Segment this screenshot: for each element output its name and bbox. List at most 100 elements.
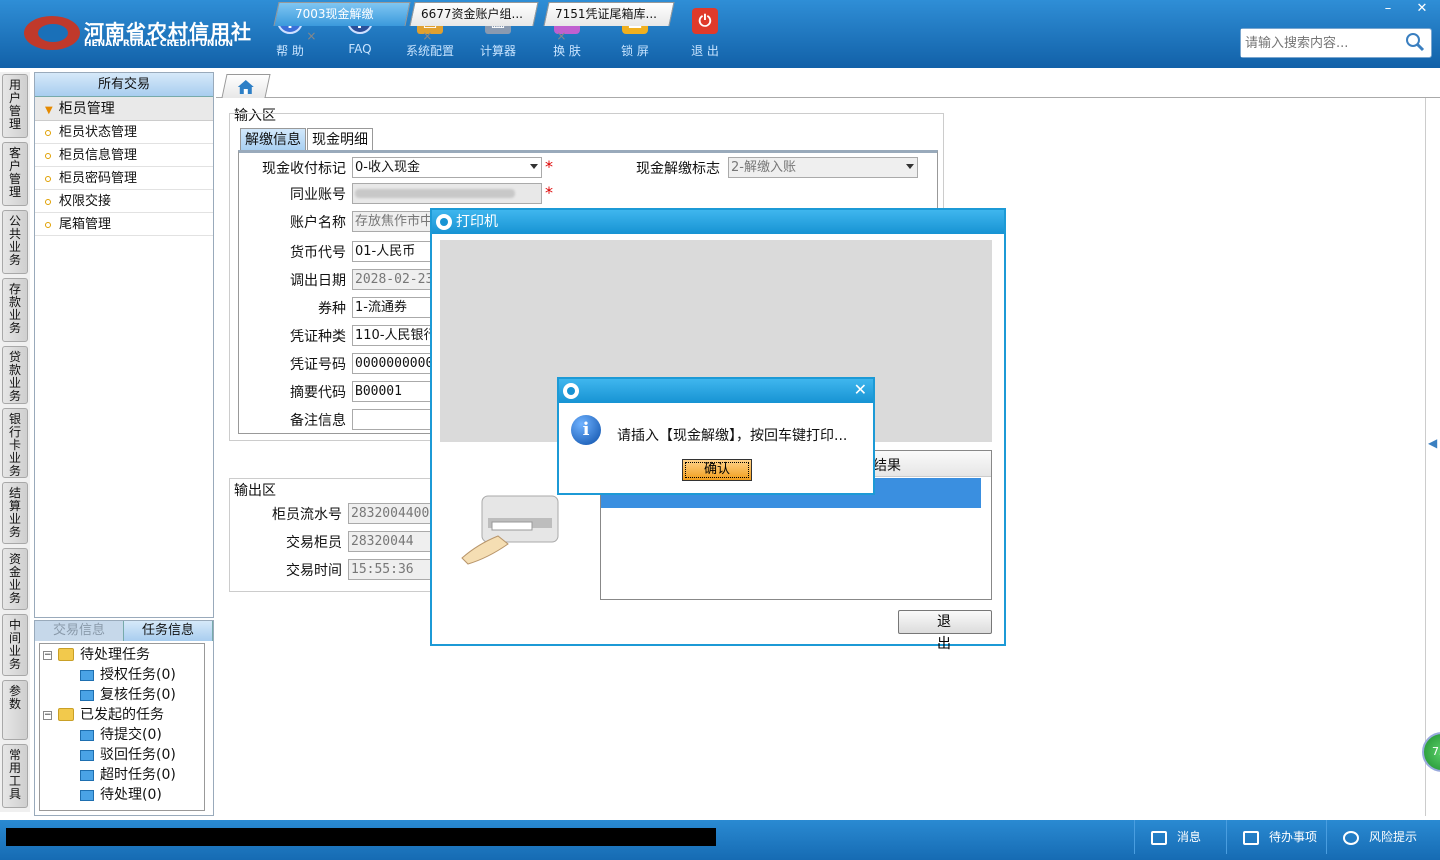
menu-item-tail-box[interactable]: 尾箱管理 [35, 213, 213, 236]
close-icon[interactable]: × [422, 25, 432, 47]
task-tree: − 待处理任务 授权任务(0) 复核任务(0) − 已发起的任务 待提交(0) … [39, 643, 205, 811]
teller-field: 28320044 [348, 531, 432, 552]
menu-item-label: 柜员信息管理 [59, 148, 138, 163]
tab-task-info[interactable]: 任务信息 [124, 621, 213, 641]
vnav-user-management[interactable]: 用户管理 [2, 74, 28, 138]
status-label: 风险提示 [1369, 830, 1418, 844]
bullet-icon [45, 175, 51, 182]
voucher-no-field[interactable]: 000000000000 [352, 353, 436, 374]
tree-node-to-process[interactable]: 待处理(0) [40, 785, 204, 805]
vnav-intermediate-business[interactable]: 中间业务 [2, 614, 28, 676]
task-icon [80, 690, 94, 701]
status-risk-button[interactable]: 风险提示 [1326, 820, 1440, 854]
logo-mark-icon [24, 16, 80, 50]
vnav-label: 结算业务 [8, 486, 21, 539]
currency-field[interactable]: 01-人民币 [352, 241, 436, 262]
menu-item-label: 尾箱管理 [59, 217, 112, 232]
select-value: 2-解缴入账 [731, 160, 796, 175]
close-icon[interactable]: ✕ [854, 381, 867, 399]
window-close-button[interactable]: ✕ [1406, 0, 1438, 18]
required-mark: * [545, 183, 553, 202]
confirm-button[interactable]: 确认 [682, 459, 752, 481]
toolbar-label: FAQ [348, 42, 372, 56]
group-label: 柜员管理 [58, 101, 115, 117]
subtab-cash-detail[interactable]: 现金明细 [307, 128, 373, 150]
vnav-parameters[interactable]: 参数 [2, 680, 28, 740]
toolbar-label: 换 肤 [553, 44, 581, 58]
vnav-card-business[interactable]: 银行卡业务 [2, 408, 28, 478]
tab-voucher-tail-box[interactable]: 7151凭证尾箱库...× [543, 2, 675, 43]
brand-name-en: HENAN RURAL CREDIT UNION [84, 39, 233, 49]
close-icon[interactable]: × [556, 25, 566, 47]
tree-node-pending[interactable]: − 待处理任务 [40, 645, 204, 665]
vnav-loan-business[interactable]: 贷款业务 [2, 346, 28, 404]
coupon-field[interactable]: 1-流通券 [352, 297, 436, 318]
printer-exit-button[interactable]: 退 出 [898, 610, 992, 652]
tree-node-timeout[interactable]: 超时任务(0) [40, 765, 204, 785]
status-messages-button[interactable]: 消息 [1134, 820, 1226, 854]
collapse-icon[interactable]: − [43, 711, 52, 720]
tab-label: 7003现金解缴 [295, 7, 374, 21]
vnav-deposit-business[interactable]: 存款业务 [2, 278, 28, 342]
vnav-label: 公共业务 [8, 214, 21, 267]
window-minimize-button[interactable]: – [1372, 0, 1404, 18]
search-icon[interactable] [1405, 32, 1425, 52]
message-text: 请插入【现金解缴】，按回车键打印... [617, 428, 848, 444]
transaction-menu-panel: 所有交易 ▼ 柜员管理 柜员状态管理 柜员信息管理 柜员密码管理 权限交接 尾箱管… [34, 72, 214, 618]
status-todo-button[interactable]: 待办事项 [1226, 820, 1326, 854]
menu-item-teller-password[interactable]: 柜员密码管理 [35, 167, 213, 190]
menu-item-teller-status[interactable]: 柜员状态管理 [35, 121, 213, 144]
message-dialog: ✕ i 请插入【现金解缴】，按回车键打印... 确认 [557, 377, 875, 495]
voucher-type-field[interactable]: 110-人民银行 [352, 325, 436, 346]
label-coupon: 券种 [318, 301, 346, 317]
vnav-fund-business[interactable]: 资金业务 [2, 548, 28, 610]
search-input[interactable] [1241, 29, 1401, 57]
vnav-public-business[interactable]: 公共业务 [2, 210, 28, 274]
tab-cash-deposit[interactable]: 7003现金解缴× [273, 2, 411, 43]
bullet-icon [45, 198, 51, 205]
tab-transaction-info[interactable]: 交易信息 [35, 621, 124, 641]
task-panel: 交易信息 任务信息 − 待处理任务 授权任务(0) 复核任务(0) − 已发起的… [34, 620, 214, 816]
vnav-label: 参数 [8, 684, 21, 711]
label-voucher-no: 凭证号码 [290, 357, 346, 373]
printer-icon [461, 495, 559, 565]
label-currency: 货币代号 [290, 245, 346, 261]
app-icon [436, 214, 452, 230]
transfer-date-field: 2028-02-23 [352, 269, 436, 290]
summary-code-field[interactable]: B00001 [352, 381, 436, 402]
remark-field[interactable] [352, 409, 436, 430]
toolbar-exit-button[interactable]: ⏻ 退 出 [672, 8, 738, 60]
vnav-label: 中间业务 [8, 618, 21, 671]
task-icon [80, 790, 94, 801]
tree-node-initiated[interactable]: − 已发起的任务 [40, 705, 204, 725]
tree-label: 超时任务(0) [100, 767, 176, 783]
tree-node-to-submit[interactable]: 待提交(0) [40, 725, 204, 745]
vnav-common-tools[interactable]: 常用工具 [2, 744, 28, 808]
app-header: 河南省农村信用社 HENAN RURAL CREDIT UNION i 帮 助 … [0, 0, 1440, 68]
menu-item-teller-info[interactable]: 柜员信息管理 [35, 144, 213, 167]
subtab-deposit-info[interactable]: 解缴信息 [240, 128, 306, 150]
vnav-settlement-business[interactable]: 结算业务 [2, 482, 28, 544]
tree-label: 授权任务(0) [100, 667, 176, 683]
search-box[interactable] [1240, 28, 1432, 58]
tree-node-review[interactable]: 复核任务(0) [40, 685, 204, 705]
tab-home[interactable] [221, 74, 271, 98]
tree-node-rejected[interactable]: 驳回任务(0) [40, 745, 204, 765]
printer-dialog-titlebar: 打印机 [432, 210, 1004, 234]
peer-account-field-redacted[interactable] [352, 183, 542, 204]
deposit-flag-select[interactable]: 2-解缴入账 [728, 157, 918, 178]
information-icon: i [571, 415, 601, 445]
power-icon: ⏻ [692, 8, 718, 34]
vnav-customer-management[interactable]: 客户管理 [2, 142, 28, 206]
menu-item-permission-handover[interactable]: 权限交接 [35, 190, 213, 213]
collapse-icon[interactable]: − [43, 651, 52, 660]
bullet-icon [45, 129, 51, 136]
close-icon[interactable]: × [306, 25, 316, 47]
panel-collapse-icon[interactable]: ◀ [1428, 436, 1437, 450]
tree-label: 驳回任务(0) [100, 747, 176, 763]
tree-node-authorization[interactable]: 授权任务(0) [40, 665, 204, 685]
tab-fund-account-group[interactable]: 6677资金账户组...× [409, 2, 539, 43]
cash-flag-select[interactable]: 0-收入现金 [352, 157, 542, 178]
teller-management-group[interactable]: ▼ 柜员管理 [35, 97, 213, 121]
folder-icon [58, 648, 74, 661]
